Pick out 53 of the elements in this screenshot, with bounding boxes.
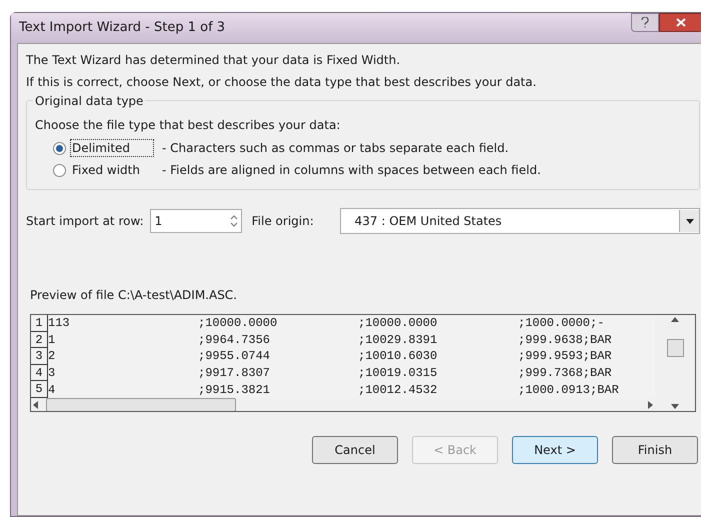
preview-cell-text: ;9915.3821: [198, 382, 272, 398]
preview-cell-text: 1: [48, 332, 56, 348]
preview-cell-text: 4: [48, 382, 56, 398]
start-row-spinner[interactable]: 1: [150, 209, 242, 233]
scroll-left-icon: [33, 400, 38, 409]
row-number: 2: [31, 332, 48, 348]
file-origin-dropdown[interactable]: 437 : OEM United States: [340, 208, 700, 234]
dialog-button[interactable]: Finish: [612, 436, 698, 464]
radio-button[interactable]: [53, 164, 66, 176]
preview-cell-text: ;9955.0744: [198, 348, 272, 364]
preview-cell-text: ;10012.4532: [358, 382, 438, 398]
intro-text: The Text Wizard has determined that your data is Fixed Width.: [26, 52, 402, 69]
preview-cell-text: ;999.7368;BAR: [518, 365, 613, 382]
preview-cell-text: ;1000.0913;BAR: [518, 382, 620, 398]
option-description: - Fields are aligned in columns with spaces between each field.: [162, 162, 541, 179]
preview-cell-text: ;10000.0000: [358, 315, 438, 332]
dialog-button[interactable]: Cancel: [312, 436, 398, 464]
scroll-down-icon: [671, 404, 679, 409]
option-description: - Characters such as commas or tabs separate each field.: [162, 140, 509, 157]
radio-button[interactable]: [53, 142, 66, 154]
scroll-right-icon: [648, 400, 653, 409]
close-icon: [676, 18, 686, 27]
file-origin-label: File origin:: [252, 213, 315, 230]
close-button[interactable]: [659, 13, 701, 32]
start-row-label: Start import at row:: [26, 213, 144, 230]
row-number: 1: [31, 315, 48, 332]
help-button[interactable]: [631, 13, 659, 32]
help-icon: [641, 17, 649, 28]
group-prompt: Choose the file type that best describes your data:: [35, 117, 342, 134]
preview-cell-text: ;999.9593;BAR: [518, 348, 613, 364]
preview-cell-text: ;10029.8391: [358, 332, 438, 348]
dropdown-arrow-icon: [686, 218, 694, 224]
radio-label[interactable]: Delimited: [70, 139, 154, 157]
preview-cell-text: ;10019.0315: [358, 365, 438, 382]
dialog-button[interactable]: Next >: [512, 436, 598, 464]
preview-title: Preview of file C:\A-test\ADIM.ASC.: [30, 287, 238, 304]
preview-cell-text: ;9964.7356: [198, 332, 272, 348]
preview-cell-text: ;10000.0000: [198, 315, 278, 332]
preview-cell-text: 3: [48, 365, 56, 382]
preview-cell-text: 113: [48, 315, 71, 332]
radio-label[interactable]: Fixed width: [70, 161, 154, 179]
scrollbar-thumb[interactable]: [46, 398, 236, 411]
preview-cell-text: ;10010.6030: [358, 348, 438, 364]
window-title: Text Import Wizard - Step 1 of 3: [19, 19, 226, 38]
row-number: 3: [31, 348, 48, 365]
scrollbar-thumb[interactable]: [666, 339, 684, 357]
preview-cell-text: ;1000.0000;-: [518, 315, 606, 332]
row-number: 4: [31, 364, 48, 382]
scroll-up-icon: [671, 317, 679, 322]
preview-cell-text: ;9917.8307: [198, 365, 272, 382]
preview-cell-text: 2: [48, 348, 56, 364]
intro-text: If this is correct, choose Next, or choose the data type that best describes your data.: [26, 74, 538, 91]
preview-cell-text: ;999.9638;BAR: [518, 332, 613, 348]
